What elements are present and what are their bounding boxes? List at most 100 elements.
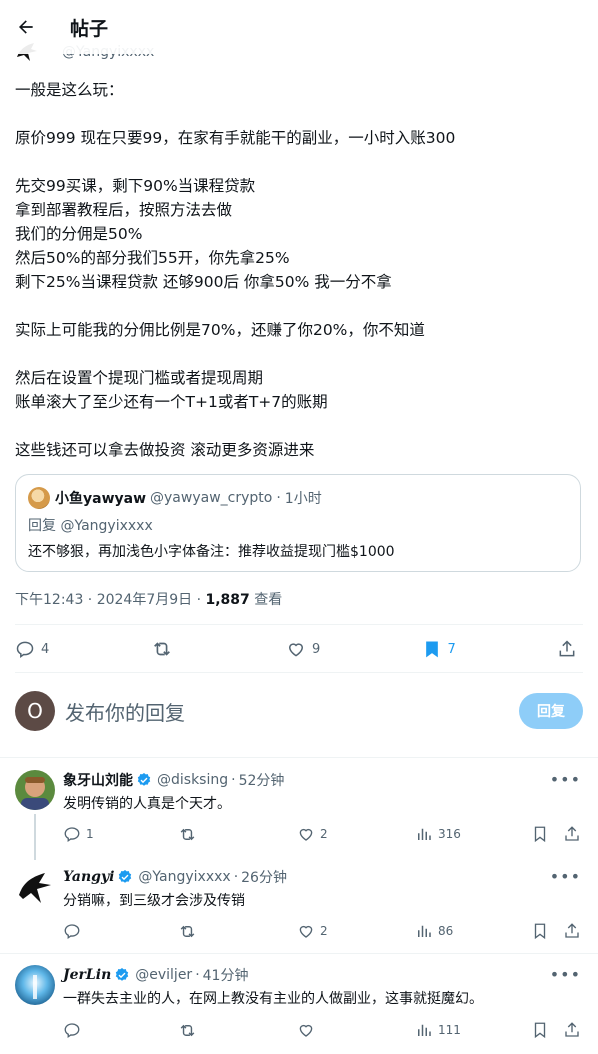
bookmark-action[interactable] [531, 922, 554, 940]
avatar[interactable] [15, 965, 55, 1005]
reply-action[interactable] [63, 1021, 86, 1039]
view-count: 111 [438, 1023, 461, 1037]
comment-icon [64, 827, 80, 843]
view-count: 86 [438, 924, 454, 938]
views-action[interactable]: 316 [415, 825, 461, 843]
reply-author-name[interactable]: JerLin [63, 967, 111, 983]
reply-text: 一群失去主业的人，在网上教没有主业的人做副业，这事就挺魔幻。 [63, 991, 483, 1007]
reply-text: 发明传销的人真是个天才。 [63, 796, 231, 812]
reply-actions: 111 [15, 1018, 583, 1042]
repost-action[interactable] [151, 638, 191, 660]
more-options-icon[interactable]: ••• [550, 867, 581, 886]
share-action[interactable] [563, 922, 586, 940]
views-action[interactable]: 111 [415, 1021, 461, 1039]
more-options-icon[interactable]: ••• [550, 965, 581, 984]
like-action[interactable] [297, 1021, 320, 1039]
verified-badge-icon [114, 967, 130, 983]
reply-author-name[interactable]: 象牙山刘能 [63, 770, 133, 790]
back-button[interactable] [6, 7, 46, 47]
reply-action[interactable]: 1 [63, 825, 94, 843]
avatar[interactable]: O [15, 691, 55, 731]
comment-icon [64, 1023, 80, 1039]
heart-icon [299, 1024, 313, 1037]
bookmark-filled-icon [425, 641, 438, 658]
divider [0, 953, 598, 954]
like-action[interactable]: 2 [297, 922, 328, 940]
separator-dot: · [233, 869, 239, 885]
reply-author-handle[interactable]: @disksing [157, 772, 228, 788]
share-action[interactable] [557, 639, 583, 659]
repost-icon [153, 642, 170, 656]
post-actions: 4 9 7 [15, 632, 583, 666]
reply-actions: 1 2 316 [15, 822, 583, 846]
reply-author-handle[interactable]: @eviljer [135, 967, 192, 983]
quoted-text: 还不够狠，再加浅色小字体备注：推荐收益提现门槛$1000 [28, 544, 395, 560]
share-icon [565, 1022, 579, 1037]
reply-actions: 2 86 [15, 919, 583, 943]
views-action[interactable]: 86 [415, 922, 453, 940]
reply-count: 1 [86, 827, 94, 841]
bookmark-count: 7 [447, 641, 456, 657]
share-icon [565, 923, 579, 938]
heart-icon [288, 643, 304, 657]
view-count: 1,887 [205, 592, 250, 608]
avatar[interactable] [28, 487, 50, 509]
like-action[interactable]: 2 [297, 825, 328, 843]
view-label: 查看 [249, 592, 283, 608]
repost-icon [180, 925, 195, 937]
verified-badge-icon [117, 869, 133, 885]
post-timestamp[interactable]: 下午12:43 · 2024年7月9日 · [15, 592, 206, 608]
repost-action[interactable] [178, 1021, 202, 1040]
bookmark-icon [534, 923, 546, 940]
analytics-icon [418, 828, 431, 840]
share-icon [559, 640, 575, 657]
quoted-author-name: 小鱼yawyaw [55, 491, 147, 507]
arrow-left-icon [19, 20, 33, 34]
separator-dot: · [231, 772, 236, 788]
avatar[interactable] [15, 867, 55, 907]
reply-button[interactable]: 回复 [519, 693, 583, 729]
top-bar: 帖子 [0, 0, 598, 54]
repost-icon [180, 1024, 195, 1036]
post-text: 一般是这么玩： 原价999 现在只要99，在家有手就能干的副业，一小时入账300… [15, 81, 456, 459]
more-options-icon[interactable]: ••• [550, 770, 581, 789]
quoted-post[interactable]: 小鱼yawyaw @yawyaw_crypto · 1小时 回复 @Yangyi… [15, 474, 581, 572]
reply-item[interactable]: Yangyi @Yangyixxxx · 26分钟 ••• 分销嘛，到三级才会涉… [15, 867, 583, 927]
like-count: 2 [320, 924, 328, 938]
share-action[interactable] [563, 825, 586, 843]
separator-dot: · [195, 967, 200, 983]
bookmark-action[interactable]: 7 [422, 639, 462, 659]
reply-action[interactable]: 4 [15, 639, 55, 659]
like-count: 2 [320, 827, 328, 841]
reply-author-name[interactable]: Yangyi [63, 869, 114, 885]
bookmark-action[interactable] [531, 1021, 554, 1039]
bookmark-icon [534, 826, 546, 843]
quoted-author-handle: @yawyaw_crypto [150, 490, 273, 506]
quoted-time: 1小时 [284, 491, 322, 507]
share-action[interactable] [563, 1021, 586, 1039]
reply-item[interactable]: JerLin @eviljer · 41分钟 ••• 一群失去主业的人，在网上教… [15, 965, 583, 1025]
repost-icon [180, 828, 195, 840]
share-icon [565, 826, 579, 841]
bookmark-action[interactable] [531, 825, 554, 843]
repost-action[interactable] [178, 922, 202, 941]
reply-time[interactable]: 26分钟 [241, 867, 287, 887]
reply-text: 分销嘛，到三级才会涉及传销 [63, 893, 245, 909]
comment-icon [16, 641, 34, 658]
analytics-icon [418, 925, 431, 937]
reply-author-handle[interactable]: @Yangyixxxx [138, 869, 230, 885]
reply-action[interactable] [63, 922, 86, 940]
repost-action[interactable] [178, 825, 202, 844]
reply-time[interactable]: 52分钟 [239, 770, 285, 790]
analytics-icon [418, 1024, 431, 1036]
like-action[interactable]: 9 [286, 639, 326, 659]
heart-icon [299, 925, 313, 938]
avatar[interactable] [15, 770, 55, 810]
reply-input[interactable]: 发布你的回复 [65, 697, 519, 726]
verified-badge-icon [136, 772, 152, 788]
separator-dot: · [276, 490, 281, 506]
reply-count: 4 [41, 641, 50, 657]
view-count: 316 [438, 827, 461, 841]
reply-time[interactable]: 41分钟 [203, 965, 249, 985]
divider [0, 757, 598, 758]
